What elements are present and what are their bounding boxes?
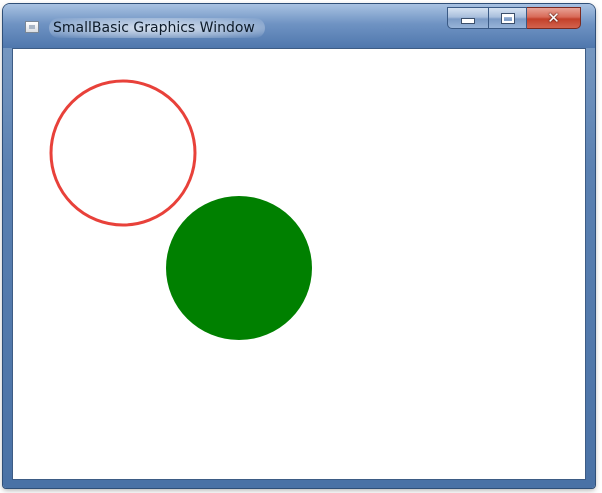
window-title: SmallBasic Graphics Window [49, 18, 265, 38]
graphics-window: SmallBasic Graphics Window ✕ [3, 4, 595, 488]
maximize-icon [500, 12, 515, 24]
canvas-drawing [49, 79, 312, 340]
close-icon: ✕ [547, 8, 560, 27]
app-icon[interactable] [25, 21, 39, 33]
minimize-button[interactable] [447, 7, 489, 29]
graphics-canvas[interactable] [12, 48, 586, 480]
window-controls: ✕ [447, 7, 581, 29]
close-button[interactable]: ✕ [527, 7, 581, 29]
green-circle [166, 196, 312, 340]
red-circle [49, 79, 197, 227]
title-bar[interactable]: SmallBasic Graphics Window ✕ [3, 4, 595, 48]
maximize-button[interactable] [489, 7, 527, 29]
minimize-icon [461, 18, 475, 24]
